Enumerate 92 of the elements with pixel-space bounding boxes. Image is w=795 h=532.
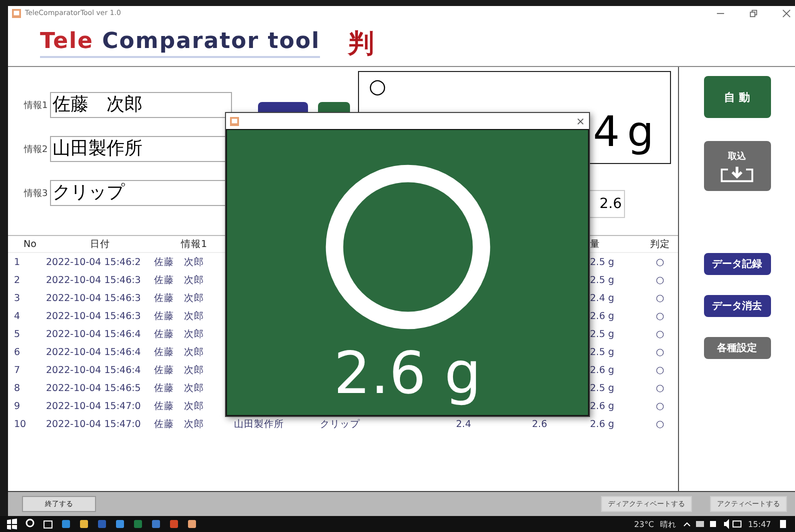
taskbar-app-icon[interactable] [186,518,198,530]
weather: 晴れ [660,518,676,530]
taskbar-app-icon[interactable] [114,518,126,530]
temperature: 23°C [634,520,654,528]
close-icon[interactable] [782,8,791,18]
table-cell-text: ○ [654,400,666,412]
table-cell-text: ○ [654,328,666,340]
tray-icons-drawing [682,518,742,530]
app-icon [12,8,21,18]
table-cell-text: 2022-10-04 15:46:3 [46,310,142,322]
table-cell-text: 2.6 g [590,418,616,430]
table-cell-text: 6 [13,346,22,358]
table-cell-text: ○ [654,292,666,304]
table-cell-text: 2022-10-04 15:46:4 [46,346,142,358]
table-cell-text: 5 [13,328,22,340]
table-cell-text: 7 [13,364,22,376]
app-logo: Tele Comparator tool [40,28,320,58]
table-cell-text: 9 [13,400,22,412]
table-cell-text: 佐藤 次郎 [154,418,205,430]
input-field[interactable]: 佐藤 次郎 [50,92,232,118]
judgement-mark: ○ [368,74,386,98]
table-cell-text: 2022-10-04 15:46:4 [46,364,142,376]
table-cell-text: ○ [654,274,666,286]
taskview-icon[interactable] [42,518,54,530]
table-cell-text: ○ [654,256,666,268]
close-icon[interactable] [576,116,585,126]
table-cell-text: 佐藤 次郎 [154,274,205,286]
taskbar-app-icon[interactable] [168,518,180,530]
table-cell-text: 2.4 g [590,292,616,304]
taskbar-app-icon[interactable] [150,518,162,530]
column-header: 量 [590,238,601,250]
table-cell-text: 2022-10-04 15:46:3 [46,274,142,286]
table-cell-text: 2022-10-04 15:47:0 [46,418,142,430]
notification-icon[interactable] [777,518,789,530]
field-label: 情報1 [24,100,48,112]
column-header: 日付 [89,238,111,250]
taskbar-app-icon[interactable] [78,518,90,530]
table-cell-text: 2.6 [532,418,548,430]
table-cell-text: ○ [654,346,666,358]
table-cell-text: 佐藤 次郎 [154,400,205,412]
table-cell-text: 2.6 g [590,310,616,322]
field-label: 情報2 [24,144,48,156]
table-cell-text: 2 [13,274,22,286]
search-icon[interactable] [24,518,36,530]
table-cell-text: ○ [654,418,666,430]
weight-reading: 4 g [593,111,654,153]
table-cell-text: 2.4 [456,418,472,430]
table-cell-text: 佐藤 次郎 [154,346,205,358]
table-cell-text: 8 [13,382,22,394]
table-cell-text: 2.5 g [590,382,616,394]
side-button[interactable]: 取込 [704,141,770,191]
table-cell-text: 2.5 g [590,274,616,286]
table-cell-text: 佐藤 次郎 [154,310,205,322]
column-header: 情報1 [180,238,208,250]
column-header: No [22,238,38,250]
table-cell-text: 1 [13,256,22,268]
tray-download-icon [719,164,755,182]
table-cell-text: 2.6 g [590,400,616,412]
table-cell-text: クリップ [320,418,361,430]
table-cell-text: ○ [654,310,666,322]
table-cell-text: 山田製作所 [234,418,285,430]
table-cell-text: 2.6 g [590,364,616,376]
restore-icon[interactable] [749,8,758,18]
table-cell-text: 佐藤 次郎 [154,328,205,340]
table-cell-text: 2022-10-04 15:47:0 [46,400,142,412]
table-cell-text: 2.5 g [590,328,616,340]
table-cell-text: 2022-10-04 15:46:3 [46,292,142,304]
side-button[interactable]: データ記録 [704,253,770,275]
table-cell-text: 10 [13,418,28,430]
table-cell-text: 佐藤 次郎 [154,292,205,304]
table-cell-text: 2.5 g [590,346,616,358]
table-cell-text: 佐藤 次郎 [154,364,205,376]
table-cell-text: ○ [654,382,666,394]
table-cell-text: 3 [13,292,22,304]
table-cell-text: ○ [654,364,666,376]
start-icon[interactable] [6,518,18,530]
taskbar-app-icon[interactable] [60,518,72,530]
app-icon [230,116,239,126]
table-cell-text: 2.5 g [590,256,616,268]
field-label: 情報3 [24,188,48,200]
side-button[interactable]: 各種設定 [704,337,770,359]
table-cell-text: 佐藤 次郎 [154,256,205,268]
table-cell-text: 2022-10-04 15:46:2 [46,256,142,268]
table-cell-text: 4 [13,310,22,322]
side-button[interactable]: データ消去 [704,295,770,317]
logo-mark: 判 [348,28,374,60]
column-header: 判定 [649,238,671,250]
table-cell-text: 2022-10-04 15:46:4 [46,328,142,340]
table-cell-text: 2022-10-04 15:46:5 [46,382,142,394]
clock: 15:47 [748,520,771,528]
side-button[interactable]: 自 動 [704,76,770,118]
table-cell-text: 佐藤 次郎 [154,382,205,394]
